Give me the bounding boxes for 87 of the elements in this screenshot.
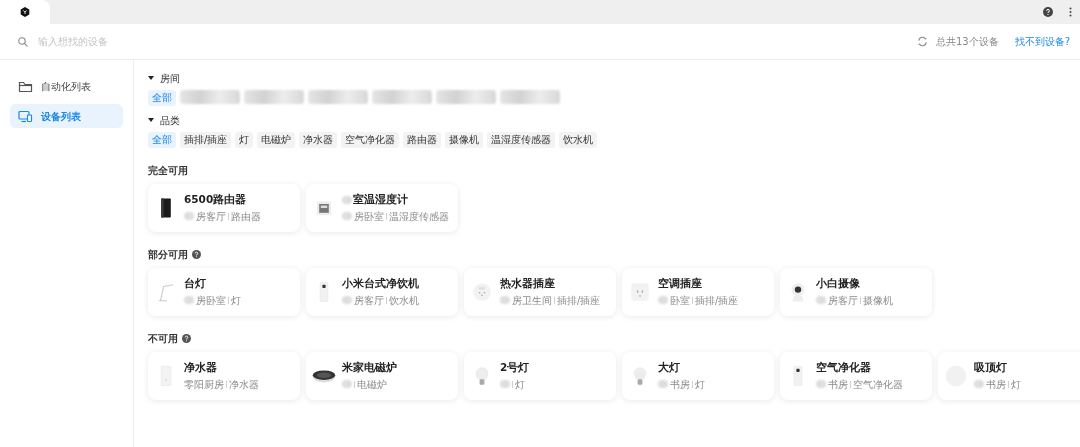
room-label: 零阳厨房 <box>184 377 224 392</box>
device-name: 米家电磁炉 <box>342 360 397 376</box>
room-label: 房客厅 <box>196 209 226 224</box>
category-label: 灯 <box>515 377 525 392</box>
help-icon[interactable] <box>192 250 201 259</box>
device-card[interactable]: 热水器插座 房卫生间 插排/插座 <box>464 268 616 316</box>
device-name: 小米台式净饮机 <box>342 276 419 292</box>
device-card[interactable]: 室温湿度计 房卧室 温湿度传感器 <box>306 184 458 232</box>
device-name: 空气净化器 <box>816 360 871 376</box>
room-label: 房卧室 <box>354 209 384 224</box>
device-card[interactable]: 小白摄像 房客厅 摄像机 <box>780 268 932 316</box>
blurred-chip <box>500 90 560 104</box>
section-title: 不可用 <box>148 332 178 346</box>
room-label: 书房 <box>670 377 690 392</box>
filter-chip[interactable]: 插排/插座 <box>180 132 232 148</box>
filter-chip[interactable]: 灯 <box>235 132 254 148</box>
device-card[interactable]: 净水器 零阳厨房 净水器 <box>148 352 300 400</box>
filter-chip[interactable]: 全部 <box>148 90 176 106</box>
monitor-icon <box>18 108 33 124</box>
device-name: 2号灯 <box>500 360 530 376</box>
device-card[interactable]: 大灯 书房 灯 <box>622 352 774 400</box>
category-label: 插排/插座 <box>557 293 601 308</box>
device-name: 热水器插座 <box>500 276 555 292</box>
category-label: 灯 <box>231 293 241 308</box>
room-label: 书房 <box>986 377 1006 392</box>
more-icon[interactable] <box>1069 7 1072 17</box>
help-link[interactable]: 找不到设备? <box>1014 34 1070 49</box>
category-label: 空气净化器 <box>853 377 903 392</box>
blurred-chip <box>308 90 368 104</box>
device-name: 台灯 <box>184 276 206 292</box>
device-name: 室温湿度计 <box>353 192 408 208</box>
device-card[interactable]: 台灯 房卧室 灯 <box>148 268 300 316</box>
section-title: 完全可用 <box>148 164 188 178</box>
help-icon[interactable] <box>182 334 191 343</box>
device-count: 总共13个设备 <box>935 35 999 49</box>
filter-chip[interactable]: 温湿度传感器 <box>487 132 556 148</box>
blurred-chip <box>244 90 304 104</box>
room-label: 书房 <box>828 377 848 392</box>
section-title: 部分可用 <box>148 248 188 262</box>
filter-chip[interactable]: 净水器 <box>299 132 338 148</box>
blurred-chip <box>180 90 240 104</box>
blurred-chip <box>372 90 432 104</box>
sidebar-item[interactable]: 自动化列表 <box>10 74 123 98</box>
caret-icon[interactable] <box>148 76 154 80</box>
device-card[interactable]: 2号灯 灯 <box>464 352 616 400</box>
filter-title: 品类 <box>160 113 180 128</box>
search-icon <box>18 36 28 47</box>
device-name: 吸顶灯 <box>974 360 1007 376</box>
caret-icon[interactable] <box>148 118 154 122</box>
device-name: 6500路由器 <box>184 192 247 208</box>
app-logo <box>20 7 30 17</box>
room-label: 房卧室 <box>196 293 226 308</box>
socket-drawing <box>470 280 494 304</box>
category-label: 净水器 <box>229 377 259 392</box>
category-label: 灯 <box>1011 377 1021 392</box>
category-label: 摄像机 <box>863 293 893 308</box>
category-label: 电磁炉 <box>357 377 387 392</box>
device-name: 净水器 <box>184 360 217 376</box>
category-label: 饮水机 <box>389 293 419 308</box>
device-card[interactable]: 空调插座 卧室 插排/插座 <box>622 268 774 316</box>
category-label: 温湿度传感器 <box>389 209 449 224</box>
room-label: 房客厅 <box>354 293 384 308</box>
room-label: 房客厅 <box>828 293 858 308</box>
category-label: 插排/插座 <box>695 293 739 308</box>
blurred-chip <box>436 90 496 104</box>
room-label: 房卫生间 <box>512 293 552 308</box>
socket-drawing <box>628 280 652 304</box>
filter-chip[interactable]: 饮水机 <box>559 132 598 148</box>
device-card[interactable]: 小米台式净饮机 房客厅 饮水机 <box>306 268 458 316</box>
filter-chip[interactable]: 空气净化器 <box>341 132 400 148</box>
device-card[interactable]: 吸顶灯 书房 灯 <box>938 352 1080 400</box>
filter-chip[interactable]: 电磁炉 <box>257 132 296 148</box>
category-label: 灯 <box>695 377 705 392</box>
help-icon[interactable] <box>1043 7 1053 17</box>
device-name: 大灯 <box>658 360 680 376</box>
filter-chip[interactable]: 路由器 <box>403 132 442 148</box>
refresh-icon[interactable] <box>916 36 928 47</box>
filter-title: 房间 <box>160 71 180 86</box>
room-label: 卧室 <box>670 293 690 308</box>
device-name: 空调插座 <box>658 276 702 292</box>
filter-chip[interactable]: 摄像机 <box>445 132 484 148</box>
category-label: 路由器 <box>231 209 261 224</box>
filter-chip[interactable]: 全部 <box>148 132 176 148</box>
device-name: 小白摄像 <box>816 276 860 292</box>
device-card[interactable]: 空气净化器 书房 空气净化器 <box>780 352 932 400</box>
device-card[interactable]: 米家电磁炉 电磁炉 <box>306 352 458 400</box>
device-card[interactable]: 6500路由器 房客厅 路由器 <box>148 184 300 232</box>
